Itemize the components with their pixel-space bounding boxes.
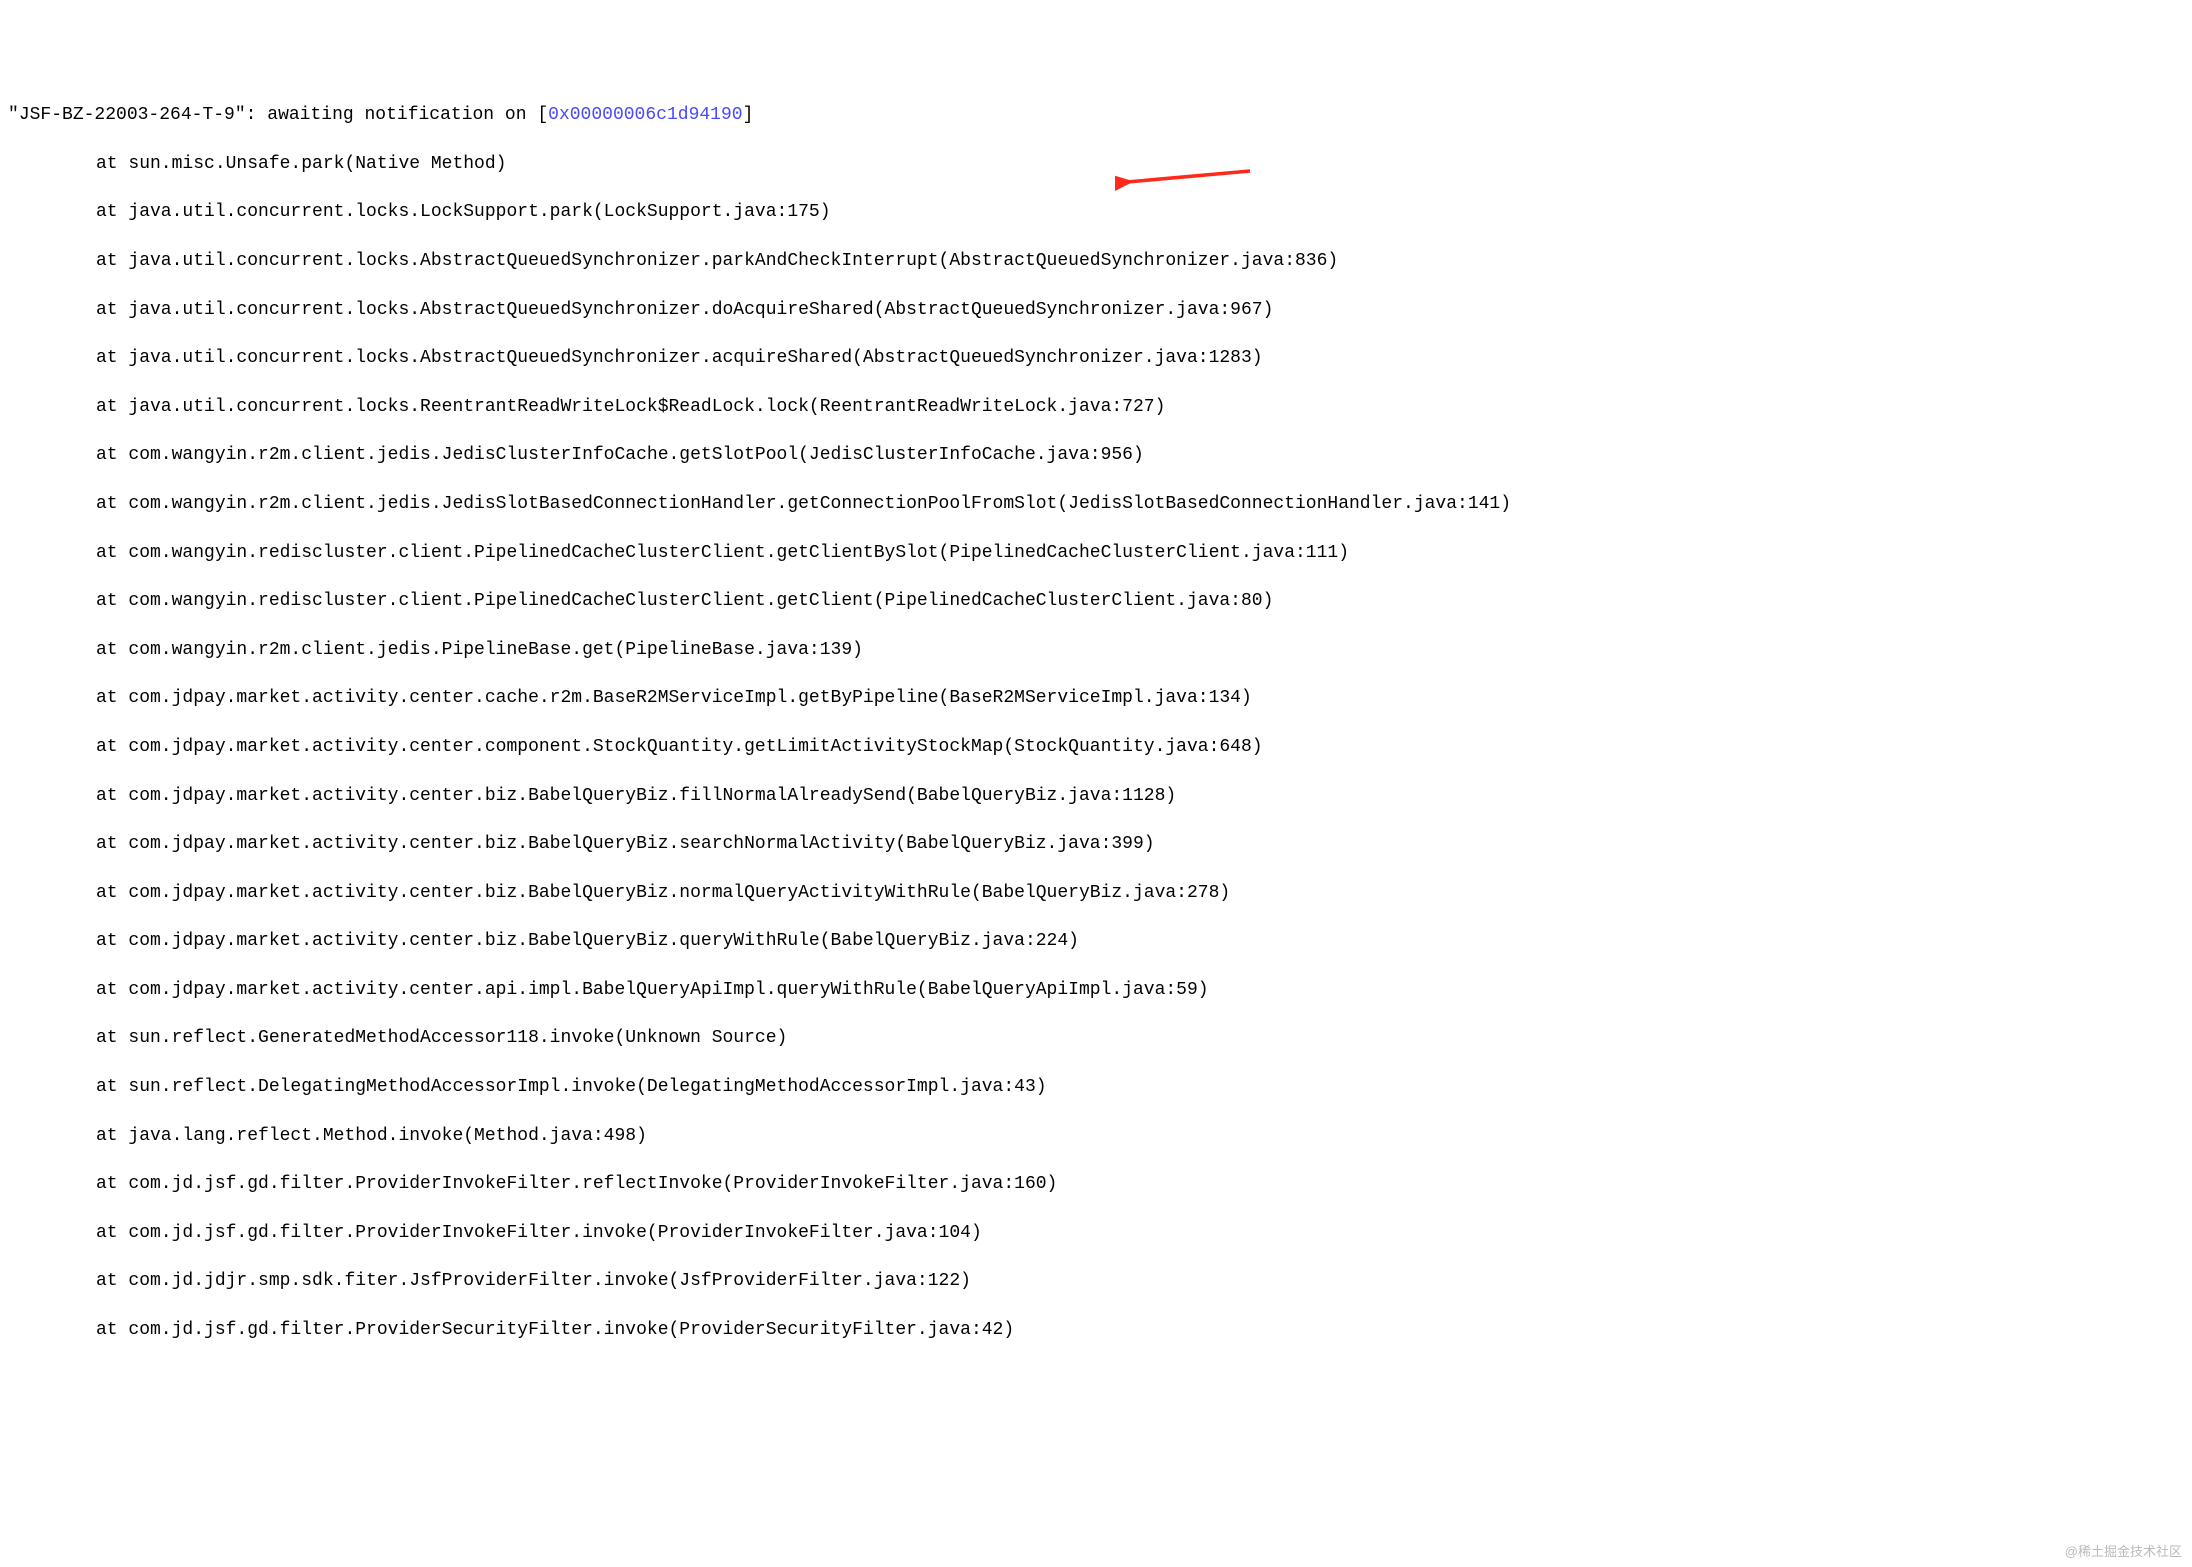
stack-frame: at com.wangyin.rediscluster.client.Pipel…: [8, 541, 2184, 565]
quote: ": [235, 105, 246, 125]
address-link[interactable]: 0x00000006c1d94190: [548, 105, 742, 125]
stack-frame: at com.wangyin.r2m.client.jedis.Pipeline…: [8, 638, 2184, 662]
stack-frame: at com.jdpay.market.activity.center.biz.…: [8, 832, 2184, 856]
bracket-open: [: [537, 105, 548, 125]
stack-frame: at sun.reflect.DelegatingMethodAccessorI…: [8, 1075, 2184, 1099]
status-text: : awaiting notification on: [246, 105, 538, 125]
stack-frame: at java.util.concurrent.locks.ReentrantR…: [8, 395, 2184, 419]
stack-frame: at com.jdpay.market.activity.center.biz.…: [8, 881, 2184, 905]
stack-frame: at com.jdpay.market.activity.center.biz.…: [8, 929, 2184, 953]
stack-frame: at sun.misc.Unsafe.park(Native Method): [8, 152, 2184, 176]
watermark: @稀土掘金技术社区: [2065, 1543, 2182, 1561]
thread-header: "JSF-BZ-22003-264-T-9": awaiting notific…: [8, 103, 2184, 127]
stack-frame: at com.jd.jsf.gd.filter.ProviderInvokeFi…: [8, 1221, 2184, 1245]
stack-frame: at com.wangyin.r2m.client.jedis.JedisSlo…: [8, 492, 2184, 516]
quote: ": [8, 105, 19, 125]
stack-frame: at com.jdpay.market.activity.center.comp…: [8, 735, 2184, 759]
stack-frame: at java.util.concurrent.locks.AbstractQu…: [8, 249, 2184, 273]
stack-frame: at java.util.concurrent.locks.LockSuppor…: [8, 200, 2184, 224]
stack-frame: at com.wangyin.rediscluster.client.Pipel…: [8, 589, 2184, 613]
stack-frame: at com.jdpay.market.activity.center.cach…: [8, 686, 2184, 710]
stack-frame: at com.jdpay.market.activity.center.api.…: [8, 978, 2184, 1002]
stack-frame: at java.util.concurrent.locks.AbstractQu…: [8, 298, 2184, 322]
stack-frame: at java.lang.reflect.Method.invoke(Metho…: [8, 1124, 2184, 1148]
stack-frame: at com.jd.jdjr.smp.sdk.fiter.JsfProvider…: [8, 1269, 2184, 1293]
stack-frame: at java.util.concurrent.locks.AbstractQu…: [8, 346, 2184, 370]
stack-frame: at com.jd.jsf.gd.filter.ProviderInvokeFi…: [8, 1172, 2184, 1196]
bracket-close: ]: [743, 105, 754, 125]
stack-frame: at com.jdpay.market.activity.center.biz.…: [8, 784, 2184, 808]
thread-name: JSF-BZ-22003-264-T-9: [19, 105, 235, 125]
stack-frame: at com.wangyin.r2m.client.jedis.JedisClu…: [8, 443, 2184, 467]
stack-frame: at com.jd.jsf.gd.filter.ProviderSecurity…: [8, 1318, 2184, 1342]
stack-frame: at sun.reflect.GeneratedMethodAccessor11…: [8, 1026, 2184, 1050]
